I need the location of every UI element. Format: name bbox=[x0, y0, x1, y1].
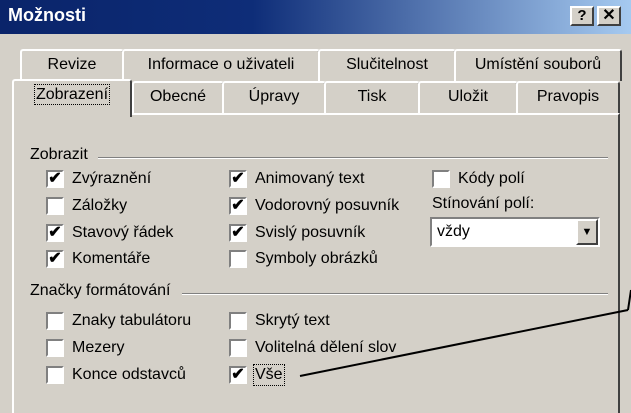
callout-line bbox=[299, 289, 631, 377]
